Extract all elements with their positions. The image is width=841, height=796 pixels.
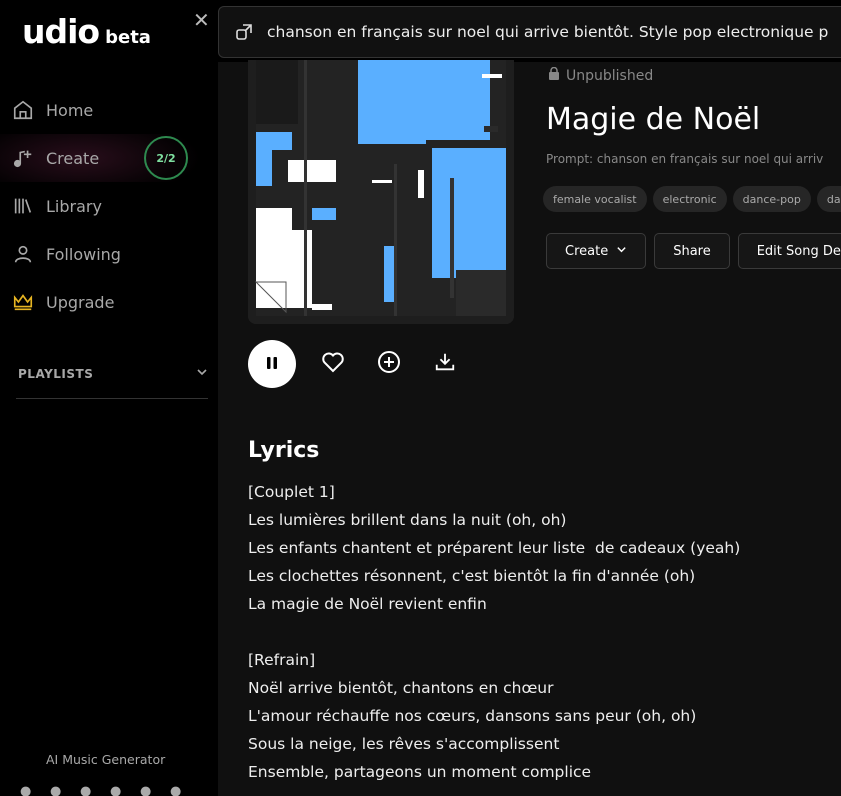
music-plus-icon xyxy=(12,147,34,169)
song-actions: Create Share Edit Song De xyxy=(546,233,841,269)
sidebar-item-label: Library xyxy=(46,196,102,216)
pause-button[interactable] xyxy=(248,340,296,388)
publish-status: Unpublished xyxy=(548,66,654,84)
crown-icon xyxy=(12,291,34,313)
sidebar-item-upgrade[interactable]: Upgrade xyxy=(0,278,218,326)
sidebar-item-label: Upgrade xyxy=(46,292,115,312)
song-prompt: Prompt: chanson en français sur noel qui… xyxy=(546,152,824,166)
sidebar-item-library[interactable]: Library xyxy=(0,182,218,230)
credits-badge: 2/2 xyxy=(144,136,188,180)
home-icon xyxy=(12,99,34,121)
tag-chip[interactable]: dance-pop xyxy=(732,186,811,212)
prompt-bar[interactable]: chanson en français sur noel qui arrive … xyxy=(218,6,841,58)
lyrics-heading: Lyrics xyxy=(248,438,320,463)
edit-song-button[interactable]: Edit Song De xyxy=(737,233,841,269)
instagram-icon[interactable]: ● xyxy=(50,784,70,796)
add-button[interactable] xyxy=(370,345,408,383)
udio-logo[interactable]: udio beta xyxy=(22,12,151,51)
player-controls xyxy=(248,340,464,388)
social-links: ● ● ● ● ● ● xyxy=(20,784,190,796)
twitter-icon[interactable]: ● xyxy=(20,784,40,796)
sidebar-item-following[interactable]: Following xyxy=(0,230,218,278)
tag-chip[interactable]: electronic xyxy=(652,186,727,212)
sidebar-item-label: Home xyxy=(46,100,94,120)
like-button[interactable] xyxy=(314,345,352,383)
logo-text: udio xyxy=(22,12,100,51)
sidebar-item-label: Following xyxy=(46,244,121,264)
download-icon xyxy=(434,351,456,377)
plus-circle-icon xyxy=(377,350,401,378)
sidebar-item-home[interactable]: Home xyxy=(0,86,218,134)
sidebar: udio beta ✕ Home Create 2/2 Library Foll… xyxy=(0,0,218,796)
cover-art xyxy=(248,60,514,324)
chevron-down-icon xyxy=(196,366,208,381)
download-button[interactable] xyxy=(426,345,464,383)
youtube-icon[interactable]: ● xyxy=(170,784,190,796)
user-icon xyxy=(12,243,34,265)
playlists-label: PLAYLISTS xyxy=(18,366,94,381)
create-label: Create xyxy=(565,243,609,259)
tag-chip[interactable]: female vocalist xyxy=(543,186,647,212)
sidebar-item-create[interactable]: Create 2/2 xyxy=(0,134,218,182)
close-icon[interactable]: ✕ xyxy=(193,8,210,32)
song-page: Unpublished Magie de Noël Prompt: chanso… xyxy=(218,60,841,796)
remix-icon xyxy=(235,23,253,41)
playlists-toggle[interactable]: PLAYLISTS xyxy=(18,366,208,381)
tag-chip[interactable]: dan xyxy=(816,186,841,212)
sidebar-nav: Home Create 2/2 Library Following Upgrad… xyxy=(0,86,218,326)
library-icon xyxy=(12,195,34,217)
pause-icon xyxy=(265,355,279,374)
divider xyxy=(16,398,208,399)
tiktok-icon[interactable]: ● xyxy=(110,784,130,796)
status-text: Unpublished xyxy=(566,67,654,84)
create-button[interactable]: Create xyxy=(546,233,647,269)
lock-icon xyxy=(548,66,560,84)
tag-list: female vocalist electronic dance-pop dan xyxy=(543,186,841,212)
sidebar-item-label: Create xyxy=(46,148,100,168)
prompt-text: chanson en français sur noel qui arrive … xyxy=(267,23,829,41)
chevron-down-icon xyxy=(616,244,627,259)
share-button[interactable]: Share xyxy=(654,233,730,269)
discord-icon[interactable]: ● xyxy=(80,784,100,796)
logo-beta: beta xyxy=(105,27,151,48)
footer-text: AI Music Generator xyxy=(46,752,166,767)
heart-icon xyxy=(321,351,345,377)
lyrics-text: [Couplet 1] Les lumières brillent dans l… xyxy=(248,483,741,781)
song-title: Magie de Noël xyxy=(546,102,761,137)
reddit-icon[interactable]: ● xyxy=(140,784,160,796)
